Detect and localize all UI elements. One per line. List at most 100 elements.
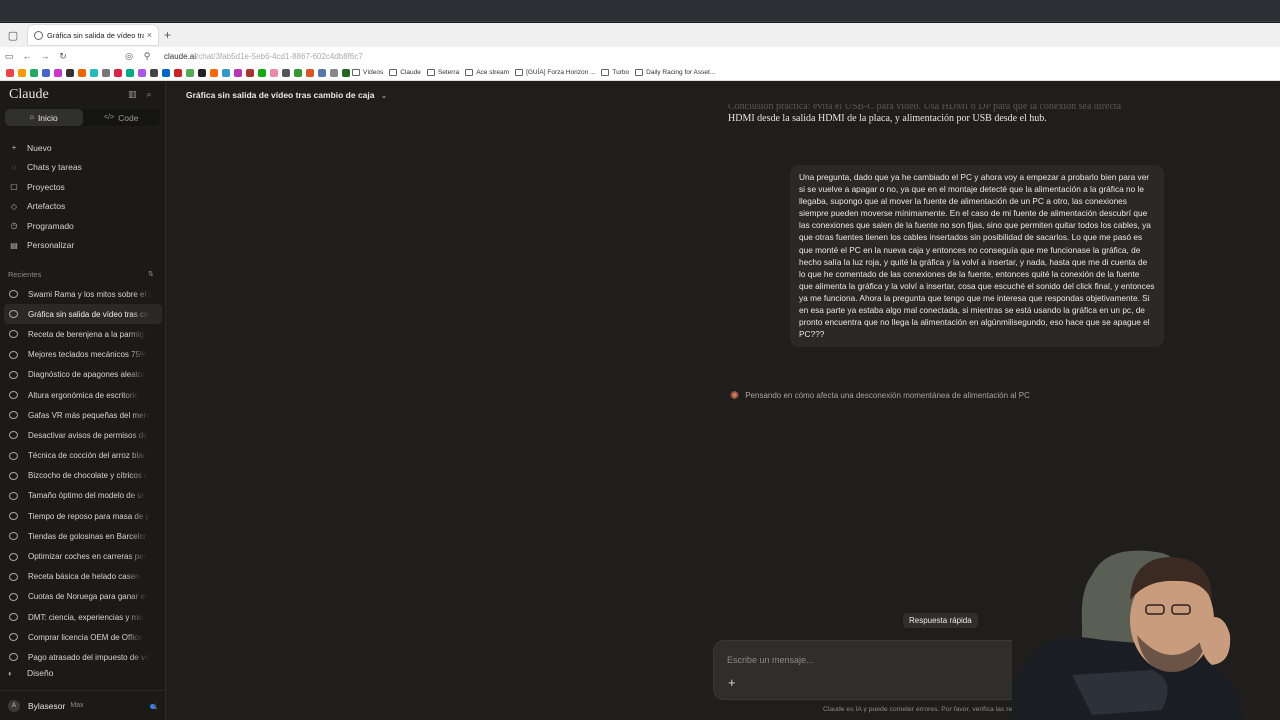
thinking-indicator[interactable]: ✺ Pensando en cómo afecta una desconexió… <box>730 389 1030 402</box>
user-menu[interactable]: A Bylasesor Max ⤓ <box>0 690 166 720</box>
tune-icon[interactable]: ⚲ <box>138 51 156 62</box>
bookmark-icon[interactable] <box>162 68 170 77</box>
mode-inicio[interactable]: ⌂ Inicio <box>5 109 83 126</box>
recent-chat-item[interactable]: Swami Rama y los mitos sobre el c <box>4 284 162 304</box>
bookmark-icon[interactable] <box>198 68 206 77</box>
bookmark-icon[interactable] <box>174 68 182 77</box>
bookmark-icon[interactable] <box>318 68 326 77</box>
close-tab-icon[interactable]: × <box>147 30 152 40</box>
recent-chat-item[interactable]: Optimizar coches en carreras per <box>4 546 162 566</box>
recent-chat-item[interactable]: Tiendas de golosinas en Barcelon <box>4 526 162 546</box>
bookmark-icon[interactable] <box>114 68 122 77</box>
nav-personalizar[interactable]: ▤ Personalizar <box>8 236 82 256</box>
globe-icon <box>34 30 43 40</box>
new-tab-button[interactable]: + <box>164 28 171 42</box>
bookmark-icon[interactable] <box>306 68 314 77</box>
recent-chat-item[interactable]: Gafas VR más pequeñas del merc <box>4 405 162 425</box>
recent-chat-item[interactable]: Bizcocho de chocolate y cítricos c <box>4 466 162 486</box>
customize-icon: ▤ <box>10 240 18 250</box>
nav-artefactos[interactable]: ◇ Artefactos <box>8 197 82 217</box>
recent-chat-item[interactable]: Gráfica sin salida de vídeo tras ca <box>4 304 162 325</box>
recent-chat-item[interactable]: Cuotas de Noruega para ganar el <box>4 587 162 607</box>
browser-tab-active[interactable]: Gráfica sin salida de vídeo tras c × <box>28 25 158 45</box>
bookmark-icon[interactable] <box>246 68 254 77</box>
folder-icon <box>389 69 398 76</box>
bookmark-item[interactable]: Vídeos <box>352 69 383 76</box>
bookmark-icon[interactable] <box>138 68 146 77</box>
bookmark-item[interactable]: [GUÍA] Forza Horizon ... <box>515 69 595 76</box>
nav-proyectos[interactable]: ▢ Proyectos <box>8 177 82 197</box>
user-name: Bylasesor <box>28 700 66 711</box>
bookmark-icon[interactable] <box>330 68 338 77</box>
bookmark-icon[interactable] <box>210 68 218 77</box>
mode-code[interactable]: </> Code <box>83 109 161 126</box>
bookmark-icon[interactable] <box>66 68 74 77</box>
message-composer[interactable]: Escribe un mensaje... + <box>713 640 1053 700</box>
bookmark-icon[interactable] <box>234 68 242 77</box>
bookmark-item[interactable]: Claude <box>389 69 421 76</box>
brand-logo[interactable]: Claude <box>9 87 49 103</box>
notification-dot <box>150 704 155 709</box>
nav-nuevo[interactable]: + Nuevo <box>8 138 82 158</box>
attach-plus-button[interactable]: + <box>728 675 736 690</box>
folder-icon <box>601 69 610 76</box>
recent-chat-item[interactable]: Receta de berenjena a la parmigi <box>4 324 162 344</box>
folder-icon <box>515 69 524 76</box>
code-icon: </> <box>104 114 115 121</box>
recent-chat-item[interactable]: Altura ergonómica de escritorio <box>4 385 162 405</box>
bookmark-item[interactable]: Turbo <box>601 69 629 76</box>
recent-chat-item[interactable]: Técnica de cocción del arroz blan <box>4 446 162 466</box>
assistant-message-tail: Conclusión práctica: evita el USB-C para… <box>728 104 1122 124</box>
chat-title[interactable]: Gráfica sin salida de vídeo tras cambio … <box>186 90 387 100</box>
workspace-icon[interactable]: ▢ <box>4 26 22 44</box>
nav-diseno[interactable]: ◐ Diseño <box>8 668 53 678</box>
search-icon[interactable]: ⌕ <box>147 89 152 100</box>
recent-chat-item[interactable]: Mejores teclados mecánicos 75% <box>4 345 162 365</box>
bookmark-icon[interactable] <box>258 68 266 77</box>
bookmark-icon[interactable] <box>18 68 26 77</box>
bookmark-icon[interactable] <box>126 68 134 77</box>
bookmark-item[interactable]: Ace stream <box>465 69 509 76</box>
bookmark-icon[interactable] <box>342 68 350 77</box>
url-field[interactable]: claude.ai/chat/3fab5d1e-5eb6-4cd1-8867-6… <box>164 52 363 61</box>
bookmark-icon[interactable] <box>6 68 14 77</box>
recent-chat-item[interactable]: Pago atrasado del impuesto de ve <box>4 647 162 667</box>
bookmark-icon[interactable] <box>90 68 98 77</box>
bookmark-icon[interactable] <box>282 68 290 77</box>
recent-chat-item[interactable]: Tiempo de reposo para masa de p <box>4 506 162 526</box>
message-input[interactable]: Escribe un mensaje... <box>727 655 814 665</box>
bookmark-icon[interactable] <box>150 68 158 77</box>
download-icon[interactable]: ⤓ <box>150 702 157 712</box>
recent-chat-item[interactable]: Receta básica de helado casero <box>4 567 162 587</box>
back-icon[interactable]: ← <box>18 51 36 61</box>
filter-icon[interactable]: ⇅ <box>148 270 154 278</box>
bookmark-icon[interactable] <box>294 68 302 77</box>
chat-bubble-icon <box>9 451 18 460</box>
recent-chat-item[interactable]: DMT: ciencia, experiencias y mis <box>4 607 162 627</box>
bookmark-item[interactable]: Daily Racing for Asset... <box>635 69 715 76</box>
forward-icon[interactable]: → <box>36 51 54 61</box>
nav-chats[interactable]: ◌ Chats y tareas <box>8 158 82 178</box>
bookmark-icon[interactable] <box>78 68 86 77</box>
bookmark-item[interactable]: Seterra <box>426 69 459 76</box>
bookmark-icon[interactable] <box>186 68 194 77</box>
chat-bubble-icon <box>9 411 18 420</box>
site-info-icon[interactable]: ◎ <box>120 51 138 62</box>
bookmark-icon[interactable] <box>270 68 278 77</box>
bookmark-icon[interactable] <box>54 68 62 77</box>
recent-chat-item[interactable]: Desactivar avisos de permisos de <box>4 425 162 445</box>
sidebar-toggle-icon[interactable]: ▥ <box>128 89 137 100</box>
recent-chat-item[interactable]: Tamaño óptimo del modelo de us <box>4 486 162 506</box>
bookmark-icon[interactable] <box>42 68 50 77</box>
bookmark-icon[interactable] <box>102 68 110 77</box>
reload-icon[interactable]: ↻ <box>54 51 72 62</box>
recent-chat-item[interactable]: Comprar licencia OEM de Office <box>4 627 162 647</box>
nav-programado[interactable]: ◷ Programado <box>8 216 82 236</box>
folder-icon <box>352 69 360 76</box>
bookmark-icon[interactable] <box>30 68 38 77</box>
chat-bubble-icon <box>9 532 18 541</box>
recent-chat-item[interactable]: Diagnóstico de apagones aleator <box>4 365 162 385</box>
sidebar-toggle-icon[interactable]: ▭ <box>0 51 18 62</box>
chat-bubble-icon <box>9 633 18 642</box>
bookmark-icon[interactable] <box>222 68 230 77</box>
